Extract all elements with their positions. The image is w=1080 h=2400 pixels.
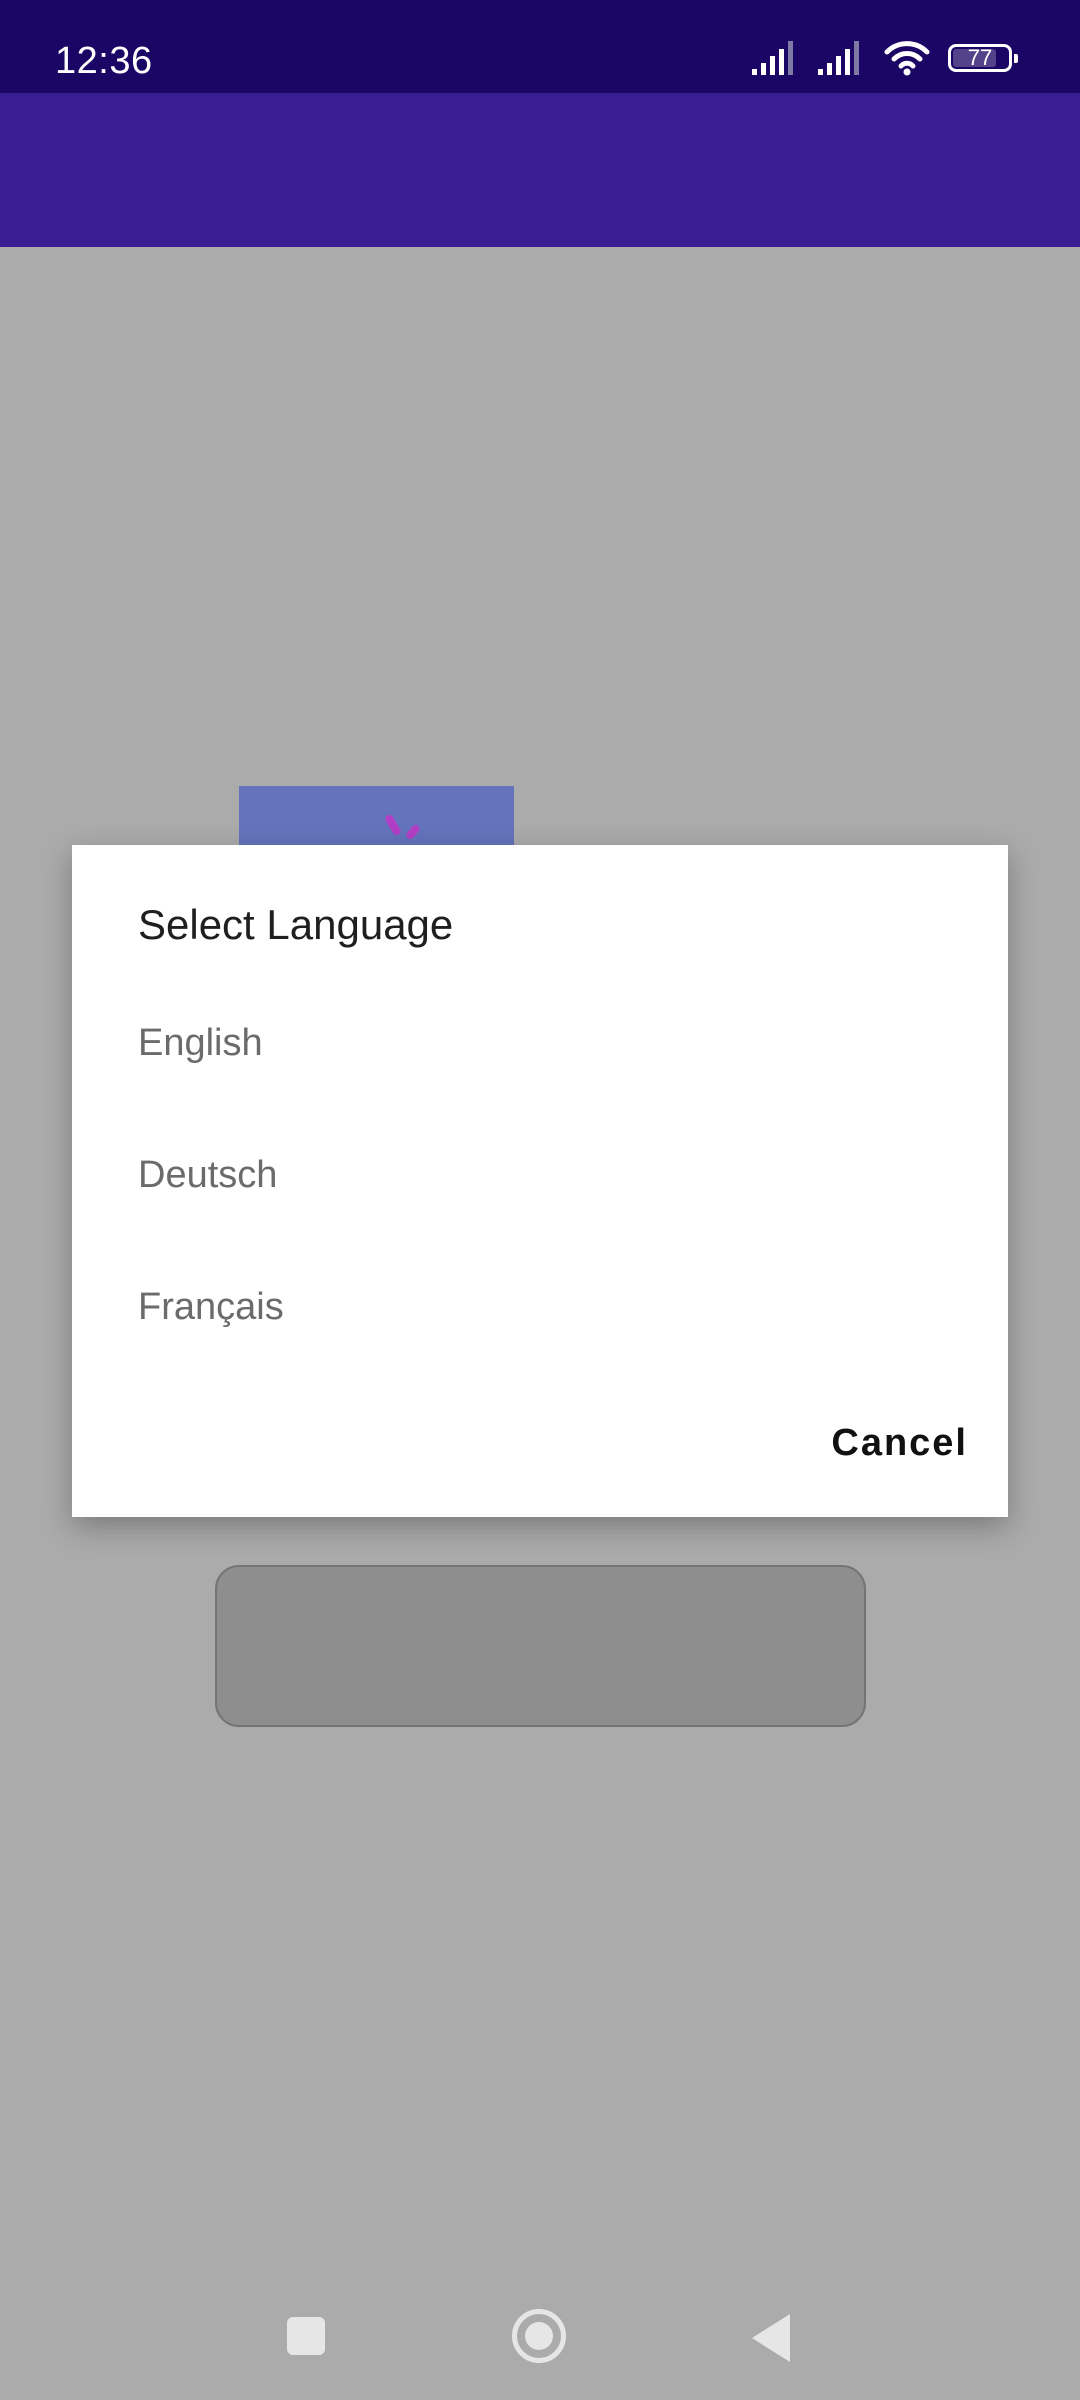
app-bar <box>0 93 1080 247</box>
status-time: 12:36 <box>55 40 153 82</box>
cell-signal-icon <box>752 41 793 75</box>
navigation-bar <box>0 2272 1080 2400</box>
background-image <box>239 786 514 846</box>
status-bar: 12:36 77 <box>0 0 1080 93</box>
status-icons: 77 <box>752 38 1018 78</box>
language-dialog: Select Language English Deutsch Français… <box>72 845 1008 1517</box>
language-option-francais[interactable]: Français <box>138 1241 942 1373</box>
cancel-button[interactable]: Cancel <box>831 1413 968 1473</box>
background-button <box>215 1565 866 1727</box>
language-option-deutsch[interactable]: Deutsch <box>138 1109 942 1241</box>
battery-level: 77 <box>967 45 993 70</box>
language-option-english[interactable]: English <box>138 977 942 1109</box>
home-icon[interactable] <box>512 2309 566 2363</box>
cell-signal-icon <box>818 41 859 75</box>
recents-icon[interactable] <box>287 2317 325 2355</box>
battery-icon: 77 <box>948 44 1018 72</box>
dialog-title: Select Language <box>138 901 454 948</box>
wifi-icon <box>884 41 930 76</box>
back-icon[interactable] <box>752 2314 790 2362</box>
